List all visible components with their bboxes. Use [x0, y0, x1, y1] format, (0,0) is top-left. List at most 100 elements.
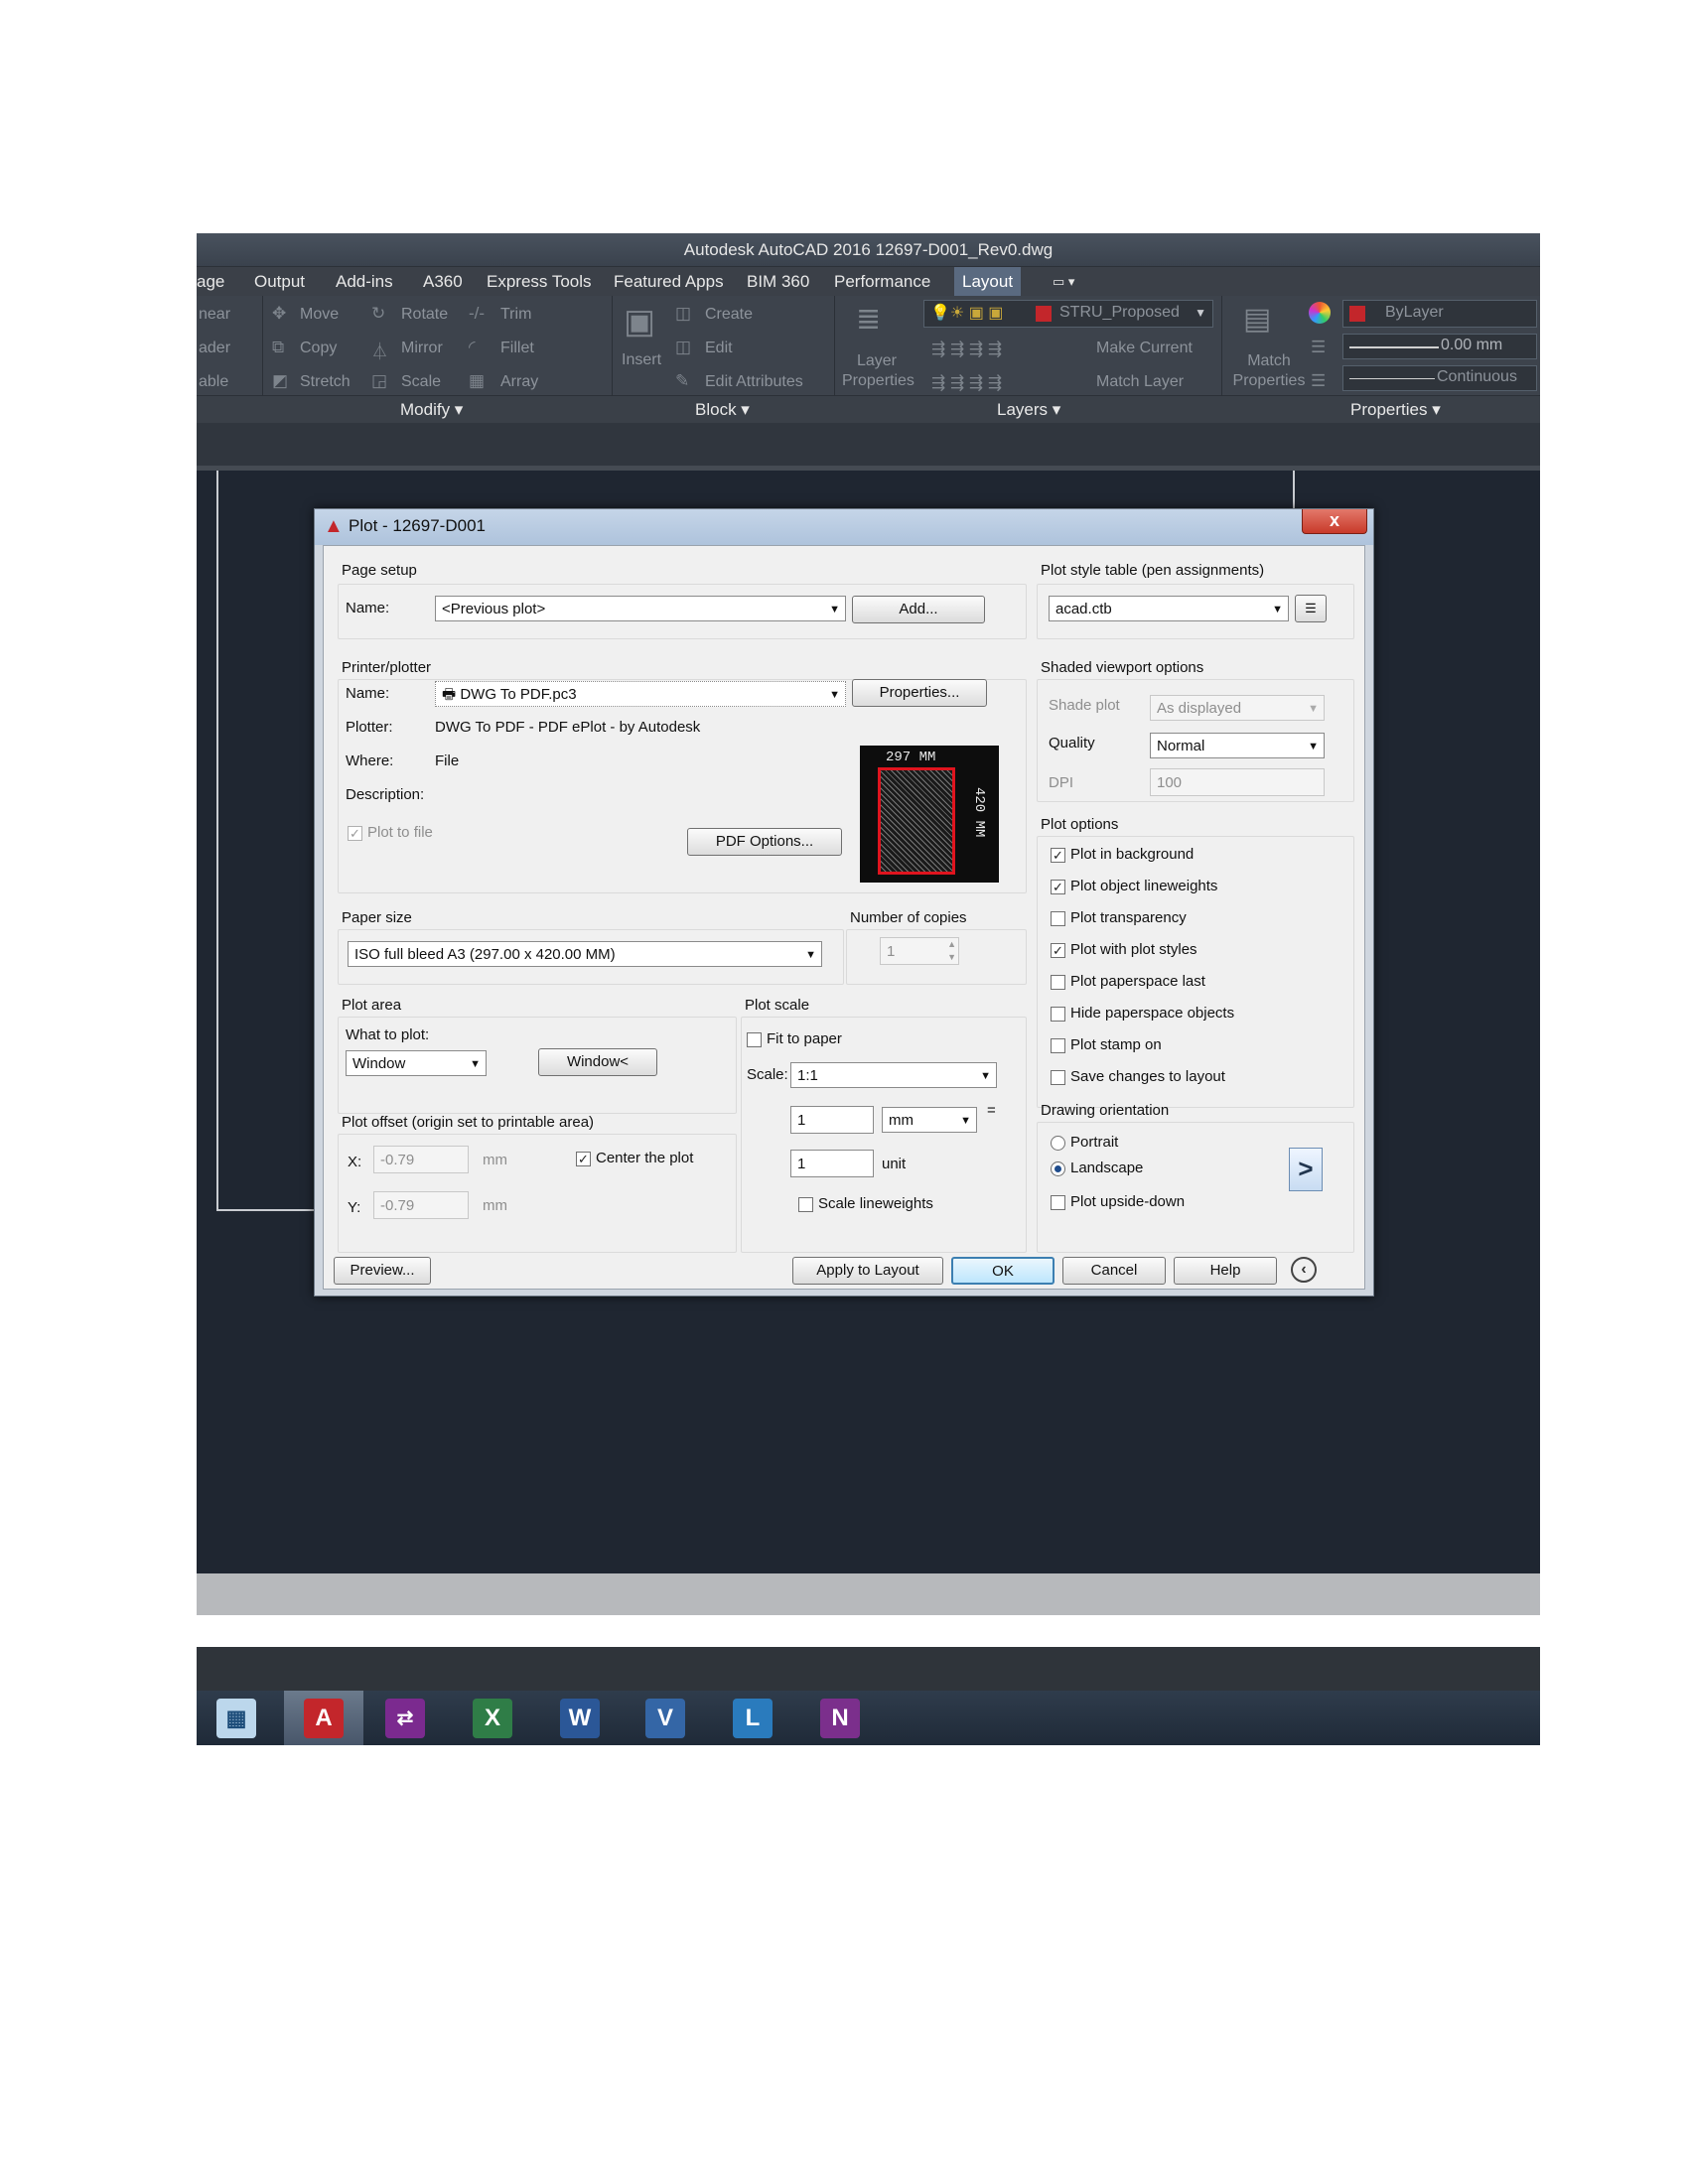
plot-with-plot-styles-checkbox[interactable]: ✓	[1051, 943, 1065, 958]
make-current-button[interactable]: Make Current	[1096, 340, 1193, 357]
color-combo[interactable]: ByLayer	[1342, 300, 1537, 328]
create-block-icon: ◫	[675, 304, 692, 323]
spinner-icon[interactable]: ▲ ▼	[947, 938, 956, 964]
add-page-setup-button[interactable]: Add...	[852, 596, 985, 623]
plot-object-lineweights-checkbox[interactable]: ✓	[1051, 880, 1065, 894]
ribbon: near ader able ✥ Move ↻ Rotate -/- Trim …	[197, 296, 1540, 395]
pdf-options-button[interactable]: PDF Options...	[687, 828, 842, 856]
scale-icon: ◲	[371, 371, 388, 390]
copy-button[interactable]: Copy	[300, 340, 337, 357]
close-button[interactable]: x	[1302, 509, 1367, 534]
panel-properties[interactable]: Properties ▾	[1350, 396, 1441, 424]
plotter-icon: 🖶	[442, 686, 461, 703]
mirror-button[interactable]: Mirror	[401, 340, 443, 357]
excel-icon[interactable]: X	[473, 1699, 512, 1738]
shade-plot-select[interactable]: As displayed ▼	[1150, 695, 1325, 721]
offset-x-input[interactable]: -0.79	[373, 1146, 469, 1173]
panel-block[interactable]: Block ▾	[695, 396, 750, 424]
plot-paperspace-last-checkbox[interactable]	[1051, 975, 1065, 990]
fit-to-paper-checkbox[interactable]	[747, 1032, 762, 1047]
edit-attributes-icon: ✎	[675, 371, 690, 390]
tab-express-tools[interactable]: Express Tools	[487, 267, 592, 297]
create-block-button[interactable]: Create	[705, 306, 753, 324]
scale-units-select[interactable]: mm ▼	[882, 1107, 977, 1133]
tab-featured-apps[interactable]: Featured Apps	[614, 267, 724, 297]
cancel-button[interactable]: Cancel	[1062, 1257, 1166, 1285]
layer-properties-button[interactable]: Layer Properties	[842, 351, 914, 391]
portrait-radio[interactable]	[1051, 1136, 1065, 1151]
tab-layout[interactable]: Layout	[954, 267, 1022, 297]
move-icon: ✥	[272, 304, 287, 323]
array-button[interactable]: Array	[500, 373, 538, 391]
scale-paper-units-input[interactable]: 1	[790, 1106, 874, 1134]
help-button[interactable]: Help	[1174, 1257, 1277, 1285]
paper-size-select[interactable]: ISO full bleed A3 (297.00 x 420.00 MM) ▼	[348, 941, 822, 967]
printer-name-select[interactable]: 🖶 DWG To PDF.pc3 ▼	[435, 681, 846, 707]
rotate-button[interactable]: Rotate	[401, 306, 448, 324]
hide-paperspace-objects-checkbox[interactable]	[1051, 1007, 1065, 1022]
dialog-title-bar[interactable]: ▲ Plot - 12697-D001 x	[315, 509, 1373, 545]
trim-button[interactable]: Trim	[500, 306, 531, 324]
center-plot-checkbox[interactable]: ✓	[576, 1152, 591, 1166]
save-changes-to-layout-checkbox[interactable]	[1051, 1070, 1065, 1085]
onenote-icon[interactable]: N	[820, 1699, 860, 1738]
plot-transparency-checkbox[interactable]	[1051, 911, 1065, 926]
what-to-plot-select[interactable]: Window ▼	[346, 1050, 487, 1076]
scale-select[interactable]: 1:1 ▼	[790, 1062, 997, 1088]
copies-input[interactable]: 1 ▲ ▼	[880, 937, 959, 965]
tab-page[interactable]: age	[197, 267, 224, 297]
tab-bim-360[interactable]: BIM 360	[747, 267, 809, 297]
scale-button[interactable]: Scale	[401, 373, 441, 391]
plot-stamp-on-checkbox[interactable]	[1051, 1038, 1065, 1053]
tab-options-icon[interactable]: ▭ ▾	[1053, 267, 1074, 297]
linetype-combo[interactable]: Continuous	[1342, 365, 1537, 391]
page-setup-name-select[interactable]: <Previous plot> ▼	[435, 596, 846, 621]
autocad-icon[interactable]: A	[304, 1699, 344, 1738]
printer-name-label: Name:	[346, 685, 390, 702]
match-layer-button[interactable]: Match Layer	[1096, 373, 1184, 391]
plot-style-select[interactable]: acad.ctb ▼	[1049, 596, 1289, 621]
landscape-radio[interactable]	[1051, 1161, 1065, 1176]
window-pick-button[interactable]: Window<	[538, 1048, 657, 1076]
fillet-button[interactable]: Fillet	[500, 340, 534, 357]
match-properties-button[interactable]: Match Properties	[1229, 351, 1309, 391]
dpi-input[interactable]: 100	[1150, 768, 1325, 796]
visio-icon[interactable]: V	[645, 1699, 685, 1738]
plot-upside-down-checkbox[interactable]	[1051, 1195, 1065, 1210]
panel-layers[interactable]: Layers ▾	[997, 396, 1060, 424]
stretch-button[interactable]: Stretch	[300, 373, 351, 391]
tab-performance[interactable]: Performance	[834, 267, 930, 297]
collapse-options-icon[interactable]: ‹	[1291, 1257, 1317, 1283]
pdf-converter-icon[interactable]: ⇄	[385, 1699, 425, 1738]
word-icon[interactable]: W	[560, 1699, 600, 1738]
printer-properties-button[interactable]: Properties...	[852, 679, 987, 707]
lync-icon[interactable]: L	[733, 1699, 773, 1738]
stretch-icon: ◩	[272, 371, 289, 390]
tab-a360[interactable]: A360	[423, 267, 463, 297]
plot-in-background-checkbox[interactable]: ✓	[1051, 848, 1065, 863]
tab-add-ins[interactable]: Add-ins	[336, 267, 393, 297]
plot-to-file-checkbox[interactable]: ✓	[348, 826, 362, 841]
layer-combo[interactable]: 💡☀ ▣ ▣ STRU_Proposed ▼	[923, 300, 1213, 328]
offset-y-input[interactable]: -0.79	[373, 1191, 469, 1219]
panel-modify[interactable]: Modify ▾	[400, 396, 463, 424]
edit-block-button[interactable]: Edit	[705, 340, 733, 357]
drawing-border-right	[1293, 471, 1295, 508]
edit-attributes-button[interactable]: Edit Attributes	[705, 373, 803, 391]
insert-button[interactable]: Insert	[622, 351, 661, 369]
scale-lineweights-checkbox[interactable]	[798, 1197, 813, 1212]
lineweight-combo[interactable]: 0.00 mm	[1342, 334, 1537, 359]
ribbon-left-1[interactable]: near	[199, 306, 230, 324]
move-button[interactable]: Move	[300, 306, 339, 324]
ribbon-left-2[interactable]: ader	[199, 340, 230, 357]
preview-button[interactable]: Preview...	[334, 1257, 431, 1285]
scale-drawing-units-input[interactable]: 1	[790, 1150, 874, 1177]
tab-output[interactable]: Output	[254, 267, 305, 297]
apply-to-layout-button[interactable]: Apply to Layout	[792, 1257, 943, 1285]
ribbon-left-3[interactable]: able	[199, 373, 228, 391]
edit-plot-style-button[interactable]: ☰	[1295, 595, 1327, 622]
calculator-icon[interactable]: ▦	[216, 1699, 256, 1738]
quality-select[interactable]: Normal ▼	[1150, 733, 1325, 758]
ok-button[interactable]: OK	[951, 1257, 1055, 1285]
layer-tools-icons: ⇶ ⇶ ⇶ ⇶	[931, 340, 1003, 358]
